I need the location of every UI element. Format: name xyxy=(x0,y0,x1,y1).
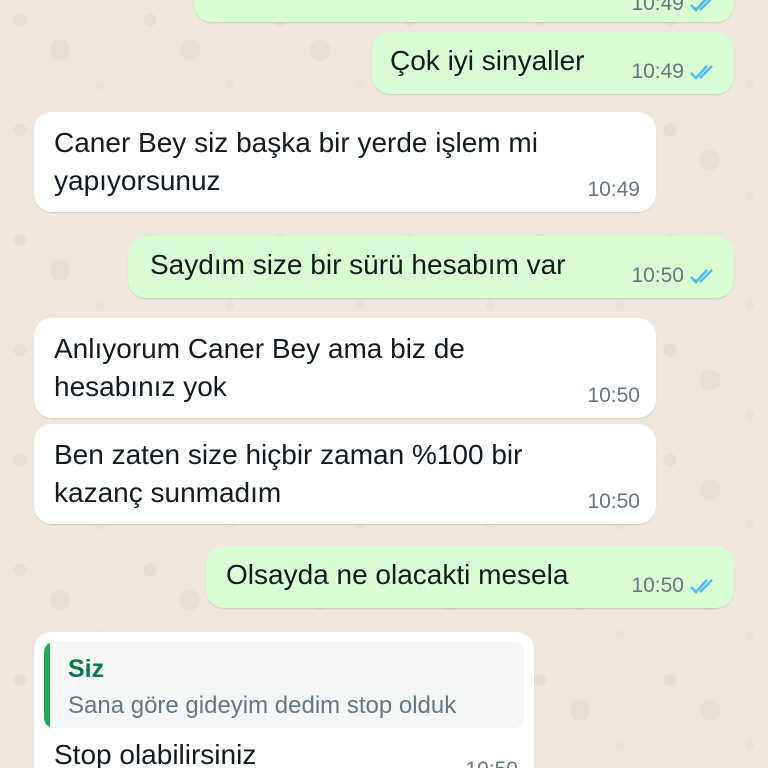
message-incoming[interactable]: Caner Bey siz başka bir yerde işlem mi y… xyxy=(34,112,656,212)
message-text: Ben zaten size hiçbir zaman %100 bir kaz… xyxy=(54,439,523,508)
message-time: 10:50 xyxy=(465,758,518,768)
quoted-text: Sana göre gideyim dedim stop olduk xyxy=(68,692,457,719)
message-incoming[interactable]: Anlıyorum Caner Bey ama biz de hesabınız… xyxy=(34,318,656,418)
message-time: 10:50 xyxy=(587,384,640,407)
message-text: Saydım size bir sürü hesabım var xyxy=(150,249,566,280)
message-time: 10:49 xyxy=(631,0,684,15)
message-meta: 10:49 xyxy=(631,60,718,84)
message-meta: 10:49 xyxy=(631,0,718,16)
quote-accent-bar xyxy=(44,642,50,728)
message-time: 10:49 xyxy=(631,60,684,83)
message-outgoing[interactable]: Saydım size bir sürü hesabım var 10:50 xyxy=(128,236,734,298)
message-outgoing[interactable]: Çok iyi sinyaller 10:49 xyxy=(372,32,734,94)
message-text: Olsayda ne olacakti mesela xyxy=(226,559,569,590)
message-meta: 10:49 xyxy=(587,178,640,202)
message-outgoing[interactable]: 10:49 xyxy=(194,0,734,22)
read-double-check-icon xyxy=(690,269,713,284)
read-double-check-icon xyxy=(690,0,712,12)
message-text: Stop olabilirsiniz xyxy=(54,739,257,768)
message-meta: 10:50 xyxy=(631,574,718,598)
message-time: 10:50 xyxy=(631,574,684,597)
chat-wallpaper: 10:49 Çok iyi sinyaller 10:49 Caner Bey … xyxy=(0,0,768,768)
message-time: 10:49 xyxy=(587,178,640,201)
message-outgoing[interactable]: Olsayda ne olacakti mesela 10:50 xyxy=(206,546,734,608)
quoted-author: Siz xyxy=(68,655,105,683)
message-meta: 10:50 xyxy=(631,264,718,288)
message-text: Caner Bey siz başka bir yerde işlem mi y… xyxy=(54,127,538,196)
message-time: 10:50 xyxy=(587,490,640,513)
message-time: 10:50 xyxy=(631,264,684,287)
quoted-message[interactable]: Siz Sana göre gideyim dedim stop olduk xyxy=(44,642,524,728)
message-text: Çok iyi sinyaller xyxy=(390,45,585,76)
message-incoming-reply[interactable]: Siz Sana göre gideyim dedim stop olduk S… xyxy=(34,632,534,768)
message-text: Anlıyorum Caner Bey ama biz de hesabınız… xyxy=(54,333,465,402)
read-double-check-icon xyxy=(690,579,713,594)
message-meta: 10:50 xyxy=(465,758,518,768)
read-double-check-icon xyxy=(690,65,713,80)
message-meta: 10:50 xyxy=(587,490,640,514)
message-incoming[interactable]: Ben zaten size hiçbir zaman %100 bir kaz… xyxy=(34,424,656,524)
message-meta: 10:50 xyxy=(587,384,640,408)
